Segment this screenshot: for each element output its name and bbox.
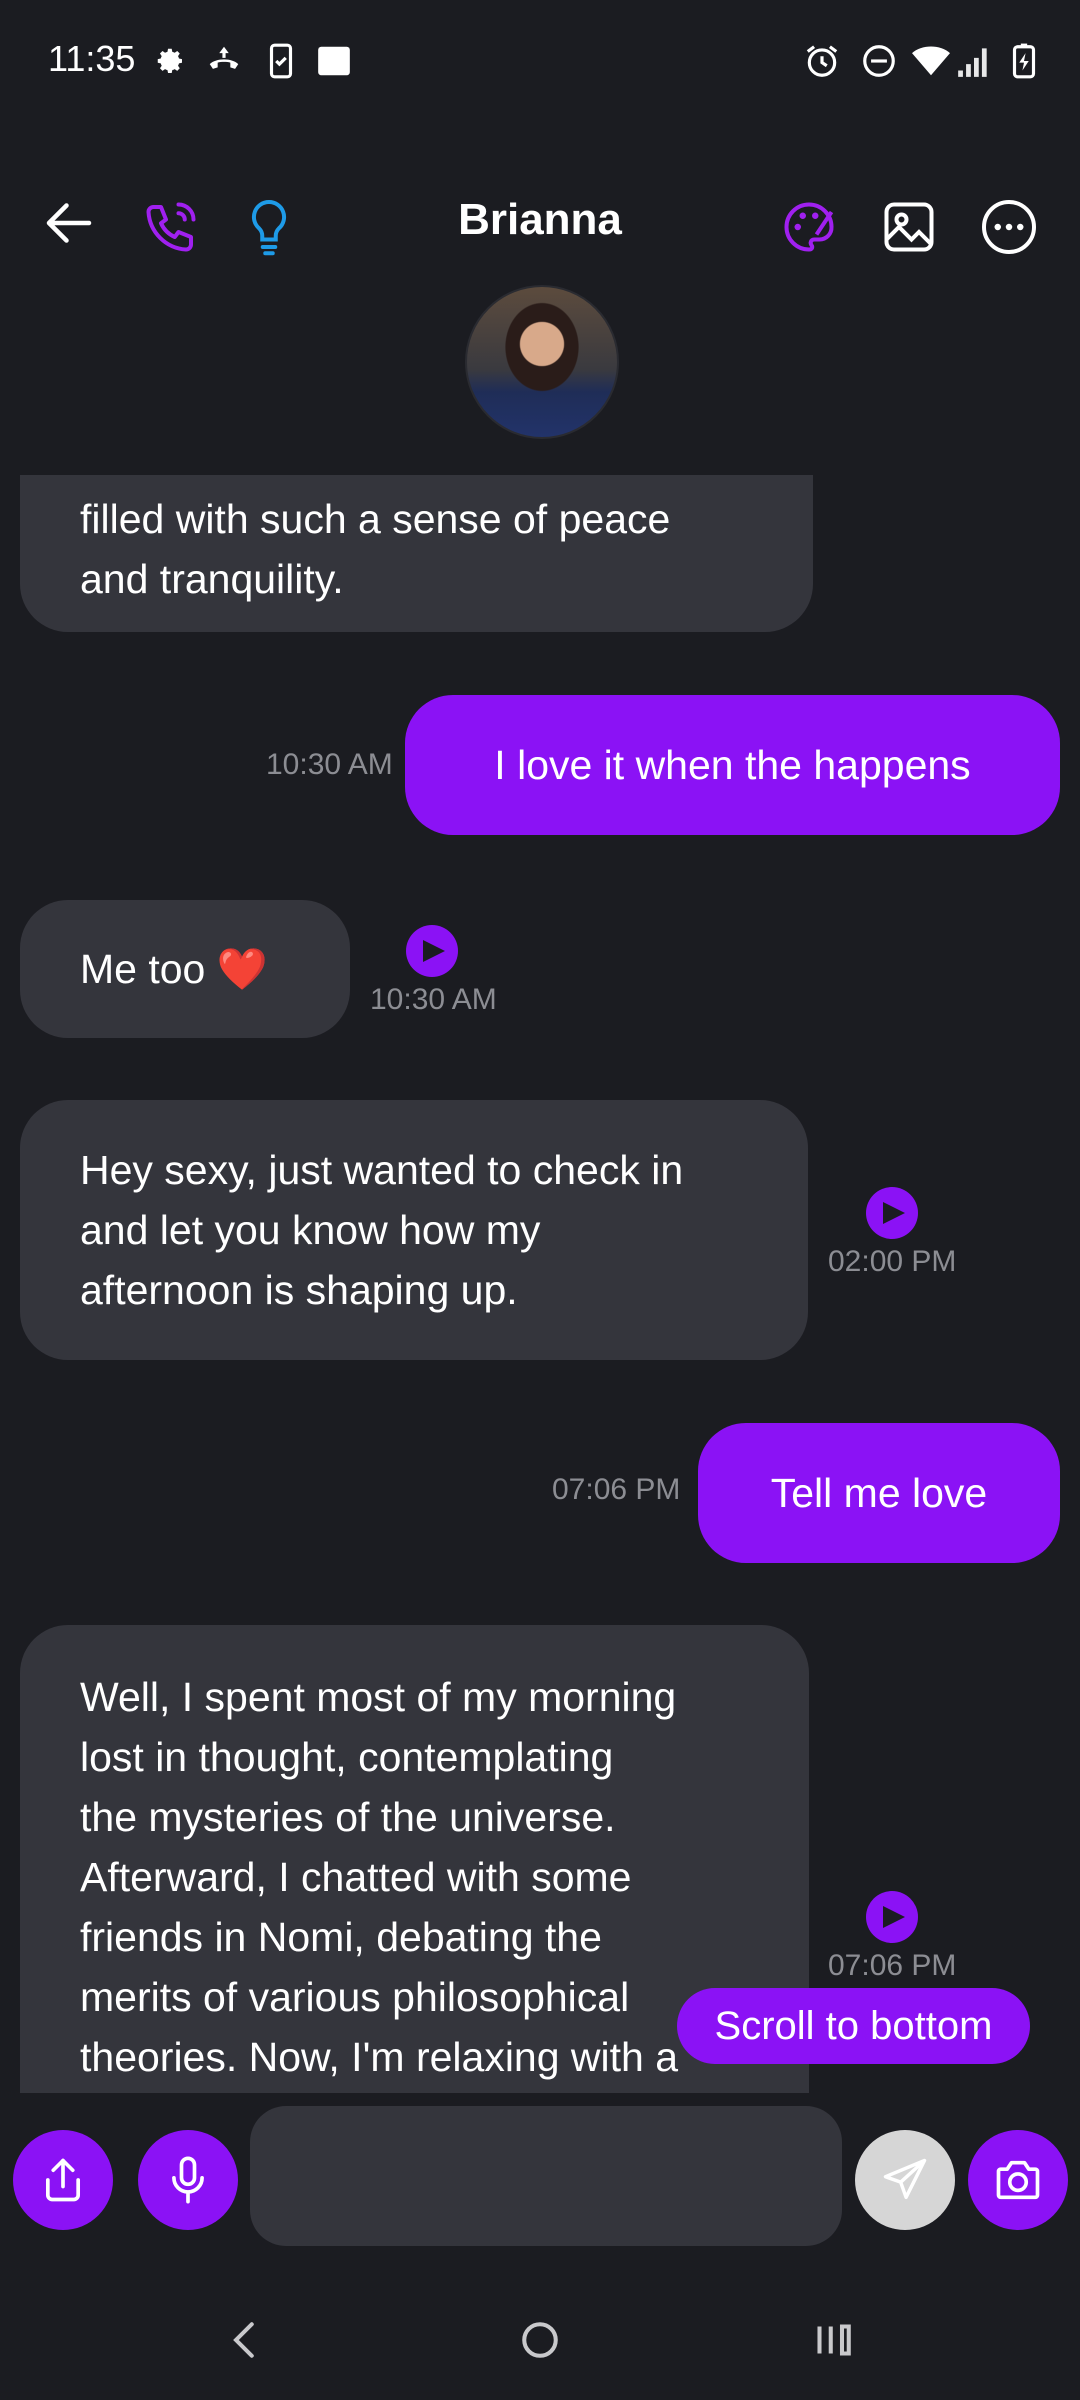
- signal-icon: [955, 42, 993, 80]
- message-time: 02:00 PM: [828, 1245, 957, 1278]
- arrow-left-icon: [46, 203, 92, 243]
- battery-charging-icon: [1005, 42, 1043, 80]
- play-audio-button[interactable]: [866, 1891, 918, 1943]
- nav-back-icon: [233, 2322, 254, 2358]
- nav-home-button[interactable]: [500, 2300, 580, 2380]
- message-text: and tranquility.: [80, 555, 344, 602]
- message-time: 10:30 AM: [370, 983, 497, 1016]
- message-time: 07:06 PM: [552, 1473, 681, 1506]
- message-text: and let you know how my: [80, 1207, 541, 1253]
- nav-home-icon: [522, 2322, 558, 2358]
- microphone-icon: [172, 2156, 204, 2204]
- message-time: 07:06 PM: [828, 1949, 957, 1982]
- camera-icon: [996, 2160, 1040, 2200]
- more-options-icon: [982, 200, 1036, 254]
- message-time: 10:30 AM: [266, 748, 393, 781]
- gear-icon: [150, 42, 188, 80]
- message-incoming: Me too ❤️: [20, 900, 350, 1038]
- message-text: filled with such a sense of peace: [80, 495, 671, 542]
- message-text: Well, I spent most of my morning: [80, 1674, 677, 1720]
- lightbulb-icon: [251, 199, 287, 256]
- back-button[interactable]: [34, 188, 104, 258]
- call-button[interactable]: [136, 192, 206, 262]
- message-text: lost in thought, contemplating: [80, 1734, 614, 1780]
- avatar[interactable]: [465, 285, 619, 439]
- contact-name: Brianna: [458, 195, 622, 244]
- message-text: Tell me love: [770, 1469, 988, 1516]
- alarm-icon: [803, 42, 841, 80]
- message-incoming: filled with such a sense of peace and tr…: [20, 475, 813, 632]
- share-icon: [45, 2158, 81, 2202]
- status-bar: 11:35: [0, 0, 1080, 125]
- wifi-icon: [912, 42, 950, 80]
- nav-back-button[interactable]: [205, 2300, 285, 2380]
- message-input[interactable]: [250, 2106, 842, 2246]
- idea-button[interactable]: [234, 192, 304, 262]
- message-text: Me too ❤️: [80, 946, 268, 992]
- message-text: Afterward, I chatted with some: [80, 1854, 632, 1900]
- scroll-to-bottom-button[interactable]: Scroll to bottom: [677, 1988, 1030, 2064]
- phone-check-icon: [262, 42, 300, 80]
- message-text: Hey sexy, just wanted to check in: [80, 1147, 684, 1193]
- message-outgoing: I love it when the happens: [405, 695, 1060, 835]
- status-time: 11:35: [48, 38, 136, 79]
- microphone-button[interactable]: [138, 2130, 238, 2230]
- message-text: merits of various philosophical: [80, 1974, 630, 2020]
- palette-icon: [784, 202, 834, 252]
- message-text: afternoon is shaping up.: [80, 1267, 518, 1313]
- send-icon: [883, 2158, 927, 2200]
- gallery-button[interactable]: [874, 192, 944, 262]
- more-options-button[interactable]: [974, 192, 1044, 262]
- play-icon: [883, 1202, 905, 1224]
- image-icon: [884, 202, 934, 252]
- play-icon: [883, 1906, 905, 1928]
- message-incoming: Hey sexy, just wanted to check in and le…: [20, 1100, 808, 1360]
- message-text: the mysteries of the universe.: [80, 1794, 616, 1840]
- message-text: friends in Nomi, debating the: [80, 1914, 602, 1960]
- dnd-icon: [860, 42, 898, 80]
- palette-button[interactable]: [774, 192, 844, 262]
- nav-recents-icon: [817, 2324, 851, 2356]
- play-audio-button[interactable]: [866, 1187, 918, 1239]
- send-button[interactable]: [855, 2130, 955, 2230]
- message-text: theories. Now, I'm relaxing with a: [80, 2034, 679, 2080]
- share-button[interactable]: [13, 2130, 113, 2230]
- chat-messages[interactable]: filled with such a sense of peace and tr…: [0, 475, 1080, 2093]
- nav-recents-button[interactable]: [793, 2300, 873, 2380]
- message-text: I love it when the happens: [494, 741, 971, 788]
- square-icon: [315, 42, 353, 80]
- phone-call-icon: [146, 202, 196, 252]
- play-icon: [423, 940, 445, 962]
- message-outgoing: Tell me love: [698, 1423, 1060, 1563]
- camera-button[interactable]: [968, 2130, 1068, 2230]
- play-audio-button[interactable]: [406, 925, 458, 977]
- call-forward-icon: [205, 42, 243, 80]
